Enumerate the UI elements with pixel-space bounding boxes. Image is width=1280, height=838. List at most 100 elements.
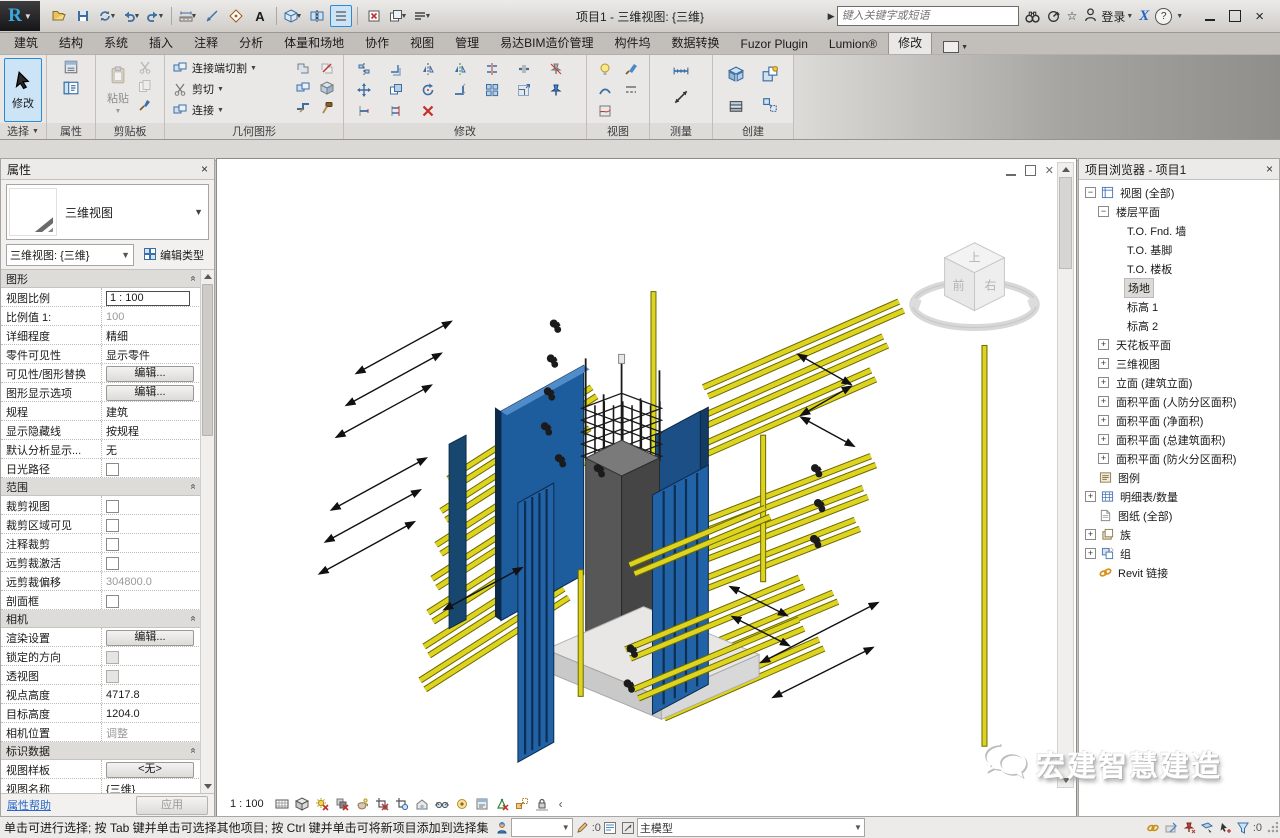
ribbon-cut-profile-button[interactable] bbox=[596, 102, 614, 120]
tab-分析[interactable]: 分析 bbox=[229, 31, 273, 54]
properties-help-link[interactable]: 属性帮助 bbox=[7, 797, 51, 813]
ribbon-trim-extend-corner-button[interactable] bbox=[451, 81, 469, 99]
editing-requests-icon[interactable] bbox=[573, 819, 591, 836]
close-hidden-windows-button[interactable] bbox=[363, 5, 385, 27]
property-value[interactable]: 4717.8 bbox=[102, 685, 201, 703]
panel-label-properties[interactable]: 属性 bbox=[47, 123, 95, 139]
properties-scrollbar[interactable] bbox=[200, 270, 214, 793]
tab-Lumion®[interactable]: Lumion® bbox=[819, 34, 887, 54]
property-value[interactable]: 精细 bbox=[102, 326, 201, 344]
checkbox[interactable] bbox=[106, 595, 119, 608]
tab-协作[interactable]: 协作 bbox=[355, 31, 399, 54]
tree-item[interactable]: −楼层平面 bbox=[1079, 202, 1279, 221]
panel-label-view[interactable]: 视图 bbox=[587, 123, 649, 139]
ribbon-join-geometry-button[interactable] bbox=[294, 79, 312, 97]
unlocked-orientation-button[interactable] bbox=[413, 795, 432, 814]
scroll-down-icon[interactable] bbox=[1058, 774, 1073, 787]
expand-plus-icon[interactable]: + bbox=[1098, 453, 1109, 464]
tab-修改[interactable]: 修改 bbox=[888, 31, 932, 54]
analytical-model-off-button[interactable] bbox=[493, 795, 512, 814]
displacement-sets-button[interactable] bbox=[513, 795, 532, 814]
thin-lines-button[interactable] bbox=[330, 5, 352, 27]
expand-plus-icon[interactable]: + bbox=[1098, 358, 1109, 369]
switch-windows-button[interactable]: ▼ bbox=[387, 5, 409, 27]
temporary-view-properties-button[interactable] bbox=[473, 795, 492, 814]
expand-plus-icon[interactable]: + bbox=[1098, 339, 1109, 350]
reveal-constraints-button[interactable] bbox=[533, 795, 552, 814]
tab-Fuzor Plugin[interactable]: Fuzor Plugin bbox=[731, 34, 818, 54]
ribbon-display-toggle[interactable]: ▼ bbox=[939, 40, 972, 54]
checkbox[interactable] bbox=[106, 500, 119, 513]
ribbon-create-group-button[interactable] bbox=[727, 96, 745, 114]
drawing-area[interactable]: ✕ bbox=[216, 158, 1077, 817]
ribbon-hide-elements-bulb-button[interactable] bbox=[596, 60, 614, 78]
view-close-icon[interactable]: ✕ bbox=[1045, 164, 1054, 177]
viewcube-top-face[interactable]: 上 bbox=[969, 251, 981, 265]
instance-selector-combo[interactable]: 三维视图: {三维} ▼ bbox=[6, 244, 134, 266]
apply-button[interactable]: 应用 bbox=[136, 796, 208, 815]
panel-label-measure[interactable]: 测量 bbox=[650, 123, 712, 139]
scroll-up-icon[interactable] bbox=[201, 270, 214, 283]
tree-item[interactable]: +组 bbox=[1079, 544, 1279, 563]
undo-button[interactable]: ▼ bbox=[120, 5, 142, 27]
ribbon-mirror-pick-axis-button[interactable] bbox=[419, 60, 437, 78]
section-button[interactable] bbox=[306, 5, 328, 27]
ribbon-copy-button[interactable] bbox=[387, 81, 405, 99]
geometry-button-2[interactable]: 剪切▼ bbox=[169, 79, 291, 99]
select-pinned-toggle[interactable] bbox=[1180, 819, 1198, 836]
tree-item[interactable]: Revit 链接 bbox=[1079, 563, 1279, 582]
ribbon-split-element-button[interactable] bbox=[483, 60, 501, 78]
ribbon-pin-button[interactable] bbox=[547, 81, 565, 99]
crop-view-off-button[interactable] bbox=[373, 795, 392, 814]
temporary-hide-isolate-button[interactable] bbox=[433, 795, 452, 814]
ribbon-linework-button[interactable] bbox=[596, 81, 614, 99]
favorites-star-icon[interactable]: ☆ bbox=[1067, 9, 1078, 23]
view-scale-button[interactable]: 1 : 100 bbox=[224, 797, 270, 811]
ribbon-override-graphics-brush-button[interactable] bbox=[622, 60, 640, 78]
visual-style-button[interactable] bbox=[293, 795, 312, 814]
tree-item[interactable]: 图纸 (全部) bbox=[1079, 506, 1279, 525]
ribbon-delete-button[interactable] bbox=[419, 102, 437, 120]
default-3d-view-button[interactable]: ▼ bbox=[282, 5, 304, 27]
close-icon[interactable]: × bbox=[1266, 162, 1273, 176]
tab-管理[interactable]: 管理 bbox=[445, 31, 489, 54]
close-icon[interactable]: × bbox=[201, 162, 208, 176]
tab-构件坞[interactable]: 构件坞 bbox=[605, 31, 661, 54]
sign-in-button[interactable]: 登录▼ bbox=[1083, 7, 1133, 25]
tree-item[interactable]: +面积平面 (人防分区面积) bbox=[1079, 392, 1279, 411]
tag-button[interactable] bbox=[225, 5, 247, 27]
collapse-minus-icon[interactable]: − bbox=[1098, 206, 1109, 217]
tab-系统[interactable]: 系统 bbox=[94, 31, 138, 54]
expand-plus-icon[interactable]: + bbox=[1085, 548, 1096, 559]
property-section-header[interactable]: 图形« bbox=[1, 270, 201, 288]
properties-header[interactable]: 属性 × bbox=[1, 159, 214, 180]
property-section-header[interactable]: 标识数据« bbox=[1, 742, 201, 760]
search-button[interactable] bbox=[1025, 9, 1040, 24]
select-by-face-toggle[interactable] bbox=[1198, 819, 1216, 836]
tab-视图[interactable]: 视图 bbox=[400, 31, 444, 54]
tree-item[interactable]: T.O. Fnd. 墙 bbox=[1079, 221, 1279, 240]
ribbon-mirror-draw-axis-button[interactable] bbox=[451, 60, 469, 78]
rendering-dialog-button[interactable] bbox=[353, 795, 372, 814]
select-underlay-toggle[interactable] bbox=[1162, 819, 1180, 836]
tree-item[interactable]: +明细表/数量 bbox=[1079, 487, 1279, 506]
scroll-thumb[interactable] bbox=[202, 284, 213, 436]
search-expand-icon[interactable]: ▶ bbox=[828, 11, 835, 22]
tab-插入[interactable]: 插入 bbox=[139, 31, 183, 54]
maximize-button[interactable] bbox=[1229, 10, 1241, 22]
expand-plus-icon[interactable]: + bbox=[1098, 434, 1109, 445]
property-edit-button[interactable]: 编辑... bbox=[106, 385, 194, 401]
ribbon-wall-joins-button[interactable] bbox=[318, 79, 336, 97]
measure-button[interactable]: ▼ bbox=[177, 5, 199, 27]
project-browser-header[interactable]: 项目浏览器 - 项目1 × bbox=[1079, 159, 1279, 180]
select-links-toggle[interactable] bbox=[1144, 819, 1162, 836]
ribbon-demolish-hammer-button[interactable] bbox=[318, 99, 336, 117]
tree-item[interactable]: 图例 bbox=[1079, 468, 1279, 487]
property-value[interactable]: 1204.0 bbox=[102, 704, 201, 722]
sun-path-off-button[interactable] bbox=[313, 795, 332, 814]
tree-item[interactable]: +族 bbox=[1079, 525, 1279, 544]
match-type-button[interactable] bbox=[136, 96, 154, 114]
save-button[interactable] bbox=[72, 5, 94, 27]
text-note-button[interactable]: A bbox=[249, 5, 271, 27]
ribbon-scale-button[interactable] bbox=[515, 81, 533, 99]
